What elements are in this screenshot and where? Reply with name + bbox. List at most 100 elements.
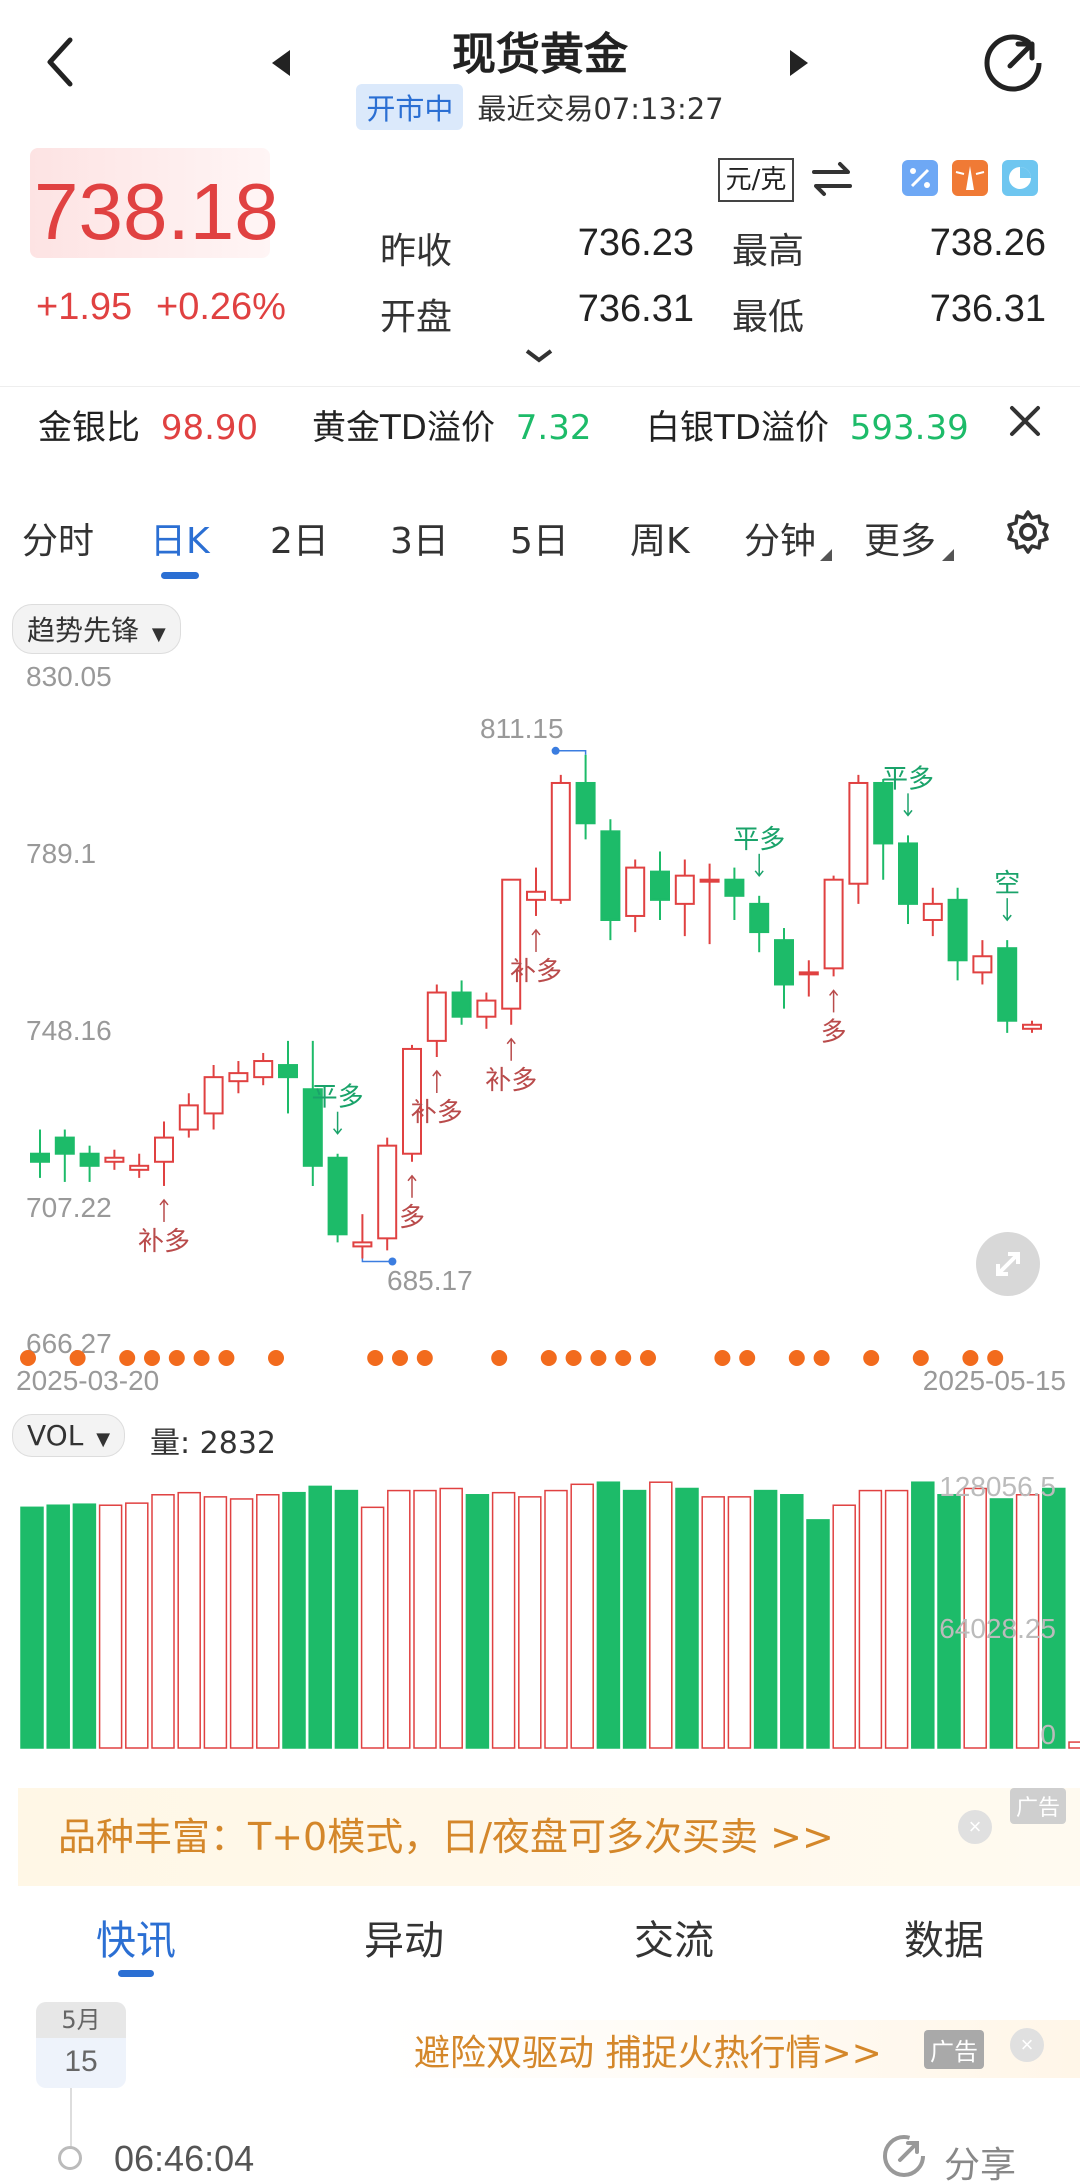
dropdown-caret-icon: ▼ xyxy=(96,1429,111,1450)
signal-dot xyxy=(540,1350,557,1366)
percent-tool-icon[interactable] xyxy=(902,160,938,196)
market-status-badge: 开市中 xyxy=(356,84,464,130)
gold-silver-label: 金银比 xyxy=(38,408,140,448)
share-icon[interactable] xyxy=(880,2132,928,2183)
candle-body xyxy=(625,866,646,917)
candle-body xyxy=(1022,1023,1042,1030)
signal-dot xyxy=(615,1350,632,1366)
expand-quote-icon[interactable] xyxy=(524,348,554,369)
share-label[interactable]: 分享 xyxy=(944,2136,1016,2183)
candle-body xyxy=(377,1144,398,1240)
candle-body xyxy=(774,939,794,986)
volume-bar xyxy=(911,1481,935,1749)
signal-dot xyxy=(168,1350,185,1366)
volume-axis-label: 64028.25 xyxy=(939,1613,1056,1644)
minute-dropdown-icon xyxy=(820,548,832,566)
tab-discussion[interactable]: 交流 xyxy=(634,1908,714,1966)
fullscreen-icon[interactable] xyxy=(976,1232,1040,1296)
next-instrument-icon[interactable] xyxy=(788,48,810,83)
volume-chip-label: VOL xyxy=(27,1419,84,1452)
start-date-label: 2025-03-20 xyxy=(16,1365,159,1396)
indicator-selector[interactable]: 趋势先锋 ▼ xyxy=(12,604,181,654)
signal-dot xyxy=(218,1350,235,1366)
candle-body xyxy=(104,1156,125,1163)
close-icon[interactable] xyxy=(1008,404,1042,443)
signal-dot xyxy=(912,1350,929,1366)
price-change: +1.95 xyxy=(36,286,133,328)
y-axis-label: 666.27 xyxy=(26,1328,112,1359)
max-marker-line xyxy=(555,750,587,755)
tab-movements[interactable]: 异动 xyxy=(364,1908,444,1966)
swap-icon[interactable] xyxy=(810,160,854,203)
news-ad-close-icon[interactable]: × xyxy=(1010,2028,1044,2062)
signal-dot xyxy=(987,1350,1004,1366)
y-axis-label: 830.05 xyxy=(26,661,112,692)
tab-timeshare[interactable]: 分时 xyxy=(22,512,94,564)
signal-label: 补多 xyxy=(485,1065,537,1095)
candle-body xyxy=(79,1152,100,1167)
candle-body xyxy=(30,1152,50,1163)
news-month: 5月 xyxy=(36,2002,126,2038)
tab-3day[interactable]: 3日 xyxy=(390,512,449,564)
tab-2day[interactable]: 2日 xyxy=(270,512,329,564)
ad-banner-text[interactable]: 品种丰富：T+0模式，日/夜盘可多次买卖 >> xyxy=(58,1806,834,1861)
volume-bar xyxy=(806,1519,830,1749)
signal-label: 空 xyxy=(994,868,1020,898)
y-axis-label: 789.1 xyxy=(26,838,96,869)
candle-body xyxy=(699,878,720,883)
bottom-active-tab-indicator xyxy=(118,1970,154,1977)
tab-flash-news[interactable]: 快讯 xyxy=(96,1908,176,1966)
candlestick-chart[interactable]: 补多平多多补多补多补多平多多平多空 830.05 789.1 748.16 70… xyxy=(0,650,1080,1400)
tab-weekly-k[interactable]: 周K xyxy=(630,512,690,564)
candle-body xyxy=(451,991,472,1018)
candle-body xyxy=(650,870,670,901)
tab-5day[interactable]: 5日 xyxy=(510,512,569,564)
lighthouse-tool-icon[interactable] xyxy=(952,160,988,196)
signal-dot xyxy=(788,1350,805,1366)
candle-body xyxy=(129,1164,150,1171)
signal-label: 补多 xyxy=(411,1097,463,1127)
volume-bar xyxy=(596,1481,621,1749)
signal-dot xyxy=(119,1350,136,1366)
news-ad-tag: 广告 xyxy=(924,2030,984,2069)
news-ad-text[interactable]: 避险双驱动 捕捉火热行情>> xyxy=(414,2024,882,2076)
unit-toggle[interactable]: 元/克 xyxy=(718,158,794,202)
candle-body xyxy=(898,842,918,905)
candle-body xyxy=(178,1104,199,1131)
silver-td-premium: 白银TD溢价 593.39 xyxy=(646,400,969,449)
dropdown-caret-icon: ▼ xyxy=(151,624,166,645)
open-label: 开盘 xyxy=(380,297,453,338)
candle-body xyxy=(848,781,869,885)
volume-bar xyxy=(701,1496,725,1749)
settings-gear-icon[interactable] xyxy=(1004,508,1052,561)
ad-close-icon[interactable]: × xyxy=(958,1810,992,1844)
candle-body xyxy=(972,955,993,974)
volume-bar xyxy=(544,1489,568,1749)
volume-bar xyxy=(1068,1741,1080,1749)
candle-body xyxy=(154,1136,174,1163)
signal-dot xyxy=(962,1350,979,1366)
signal-label: 补多 xyxy=(510,956,562,986)
signal-dot xyxy=(20,1350,36,1366)
refresh-icon[interactable] xyxy=(980,30,1046,101)
volume-bar xyxy=(98,1504,123,1749)
news-time: 06:46:04 xyxy=(114,2138,255,2179)
volume-bar xyxy=(20,1506,44,1749)
candle-body xyxy=(724,878,745,897)
tab-data[interactable]: 数据 xyxy=(904,1908,984,1966)
tab-minute[interactable]: 分钟 xyxy=(744,512,816,564)
volume-bar xyxy=(360,1506,385,1749)
news-date-card: 5月 15 xyxy=(36,2002,126,2088)
volume-axis-label: 0 xyxy=(1040,1719,1056,1750)
volume-indicator-selector[interactable]: VOL ▼ xyxy=(12,1414,126,1457)
trade-status: 开市中 最近交易07:13:27 xyxy=(0,84,1080,130)
low-value: 736.31 xyxy=(929,288,1046,330)
signal-dot xyxy=(590,1350,607,1366)
tab-more[interactable]: 更多 xyxy=(864,512,936,564)
volume-bar xyxy=(753,1489,778,1749)
volume-bar xyxy=(780,1494,804,1749)
volume-bar xyxy=(177,1491,201,1749)
tab-daily-k[interactable]: 日K xyxy=(150,512,210,564)
pie-tool-icon[interactable] xyxy=(1002,160,1038,196)
indicator-label: 趋势先锋 xyxy=(27,614,140,647)
